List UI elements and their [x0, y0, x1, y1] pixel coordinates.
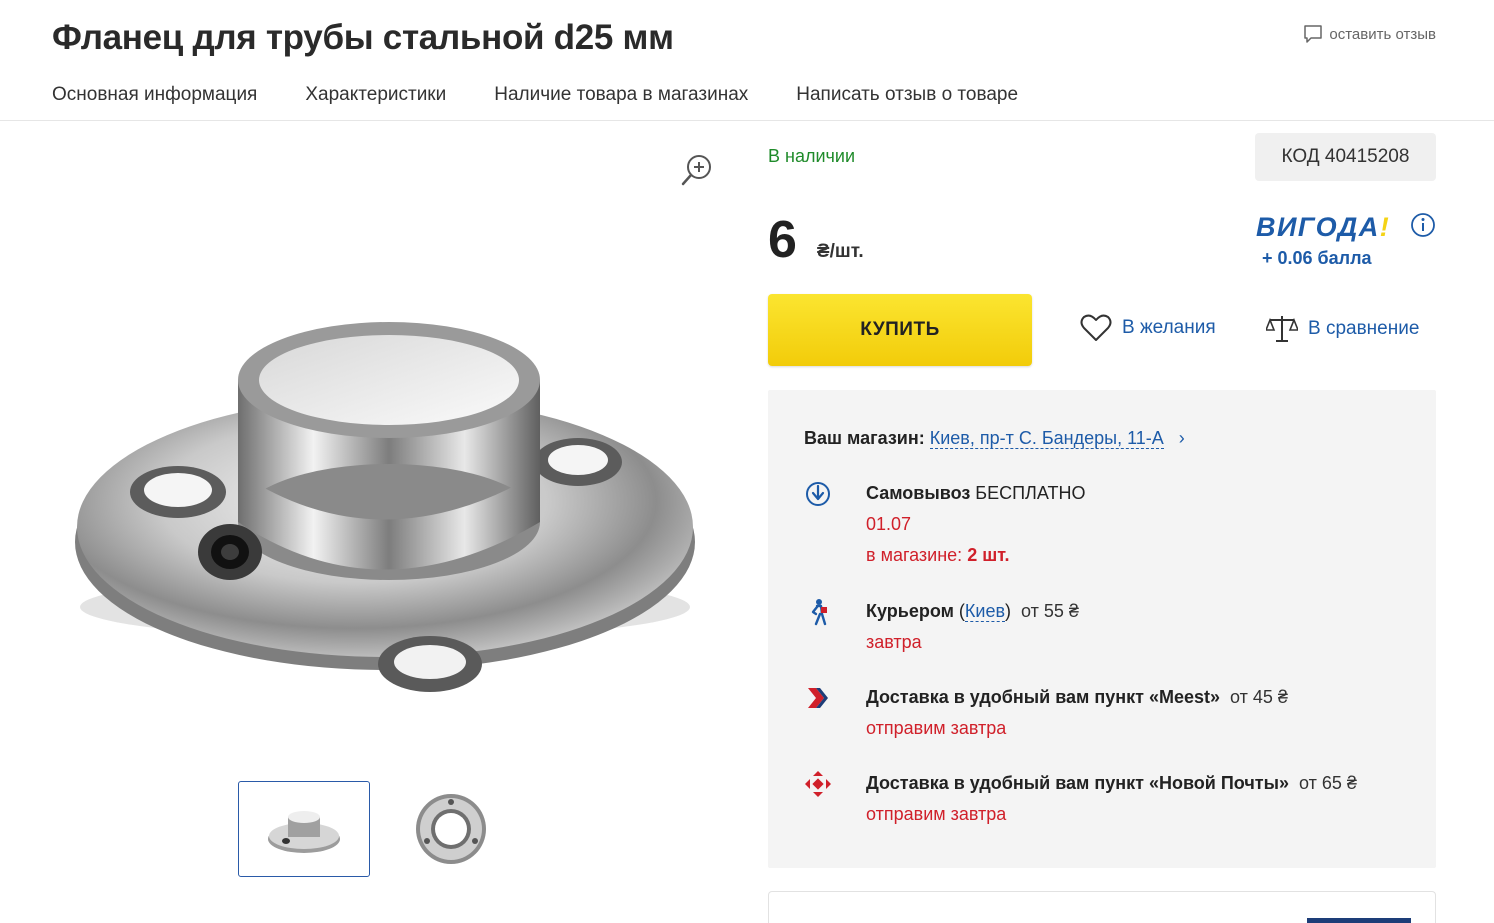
pickup-stock: в магазине: 2 шт. [866, 545, 1010, 565]
courier-title: Курьером (Киев) от 55 ₴ [866, 601, 1079, 622]
store-link[interactable]: Киев, пр-т С. Бандеры, 11-А [929, 428, 1164, 449]
tab-characteristics[interactable]: Характеристики [305, 84, 446, 106]
novaposhta-title: Доставка в удобный вам пункт «Новой Почт… [866, 773, 1357, 793]
courier-icon [811, 599, 827, 626]
leave-review-label: оставить отзыв [1329, 25, 1436, 43]
heart-icon [1080, 314, 1112, 341]
courier-when: завтра [866, 632, 922, 652]
loyalty-points: + 0.06 балла [1262, 248, 1372, 268]
chevron-right-icon: › [1178, 428, 1185, 448]
vigoda-logo: ВИГОДА! [1256, 212, 1391, 242]
meest-icon [808, 688, 828, 708]
price-unit: ₴/шт. [816, 241, 864, 262]
delivery-box: Ваш магазин: Киев, пр-т С. Бандеры, 11-А… [768, 390, 1436, 868]
wishlist-label: В желания [1122, 317, 1216, 338]
page-title: Фланец для трубы стальной d25 мм [52, 18, 674, 57]
info-icon[interactable] [1410, 212, 1436, 238]
novaposhta-when: отправим завтра [866, 804, 1007, 824]
product-main-image[interactable] [60, 222, 710, 692]
novaposhta-icon [805, 771, 831, 797]
meest-when: отправим завтра [866, 718, 1007, 738]
pickup-title: Самовывоз БЕСПЛАТНО [866, 483, 1086, 503]
novaposhta-details: Доставка в удобный вам пункт «Новой Почт… [866, 768, 1357, 830]
store-selector[interactable]: Ваш магазин: Киев, пр-т С. Бандеры, 11-А… [804, 428, 1185, 449]
thumbnail-image-flange-side [268, 811, 340, 853]
zoom-in-icon[interactable] [680, 153, 714, 187]
add-to-compare[interactable]: В сравнение [1266, 314, 1419, 344]
product-gallery [0, 122, 740, 923]
store-label: Ваш магазин: [804, 428, 925, 448]
tab-write-review[interactable]: Написать отзыв о товаре [796, 84, 1018, 106]
thumbnail-image-flange-top [416, 794, 486, 864]
tab-main-info[interactable]: Основная информация [52, 84, 257, 106]
leave-review-link[interactable]: оставить отзыв [1303, 24, 1436, 44]
product-header: Фланец для трубы стальной d25 мм оставит… [0, 0, 1494, 121]
brand-card [768, 891, 1436, 923]
stock-status: В наличии [768, 146, 856, 166]
pickup-icon [806, 482, 830, 506]
loyalty-block: ВИГОДА! + 0.06 балла [1256, 204, 1436, 270]
scales-icon [1266, 316, 1298, 342]
comment-icon [1304, 25, 1323, 43]
add-to-wishlist[interactable]: В желания [1080, 314, 1216, 342]
tab-store-availability[interactable]: Наличие товара в магазинах [494, 84, 748, 106]
courier-city-link[interactable]: Киев [964, 601, 1006, 622]
meest-details: Доставка в удобный вам пункт «Meest» от 4… [866, 682, 1288, 744]
courier-details: Курьером (Киев) от 55 ₴ завтра [866, 596, 1079, 658]
compare-label: В сравнение [1308, 318, 1420, 339]
price-block: 6 ₴/шт. [768, 210, 864, 270]
brand-logo [1307, 918, 1411, 923]
pickup-details: Самовывоз БЕСПЛАТНО 01.07 в магазине: 2 … [866, 478, 1085, 571]
product-tabs: Основная информация Характеристики Налич… [52, 84, 1018, 106]
buy-button[interactable]: КУПИТЬ [768, 294, 1032, 366]
product-code-badge: КОД 40415208 [1255, 133, 1436, 181]
thumbnail-1[interactable] [238, 781, 370, 877]
pickup-date: 01.07 [866, 514, 912, 534]
meest-title: Доставка в удобный вам пункт «Meest» от 4… [866, 687, 1288, 707]
thumbnail-2[interactable] [385, 781, 517, 877]
price-value: 6 [768, 211, 797, 269]
